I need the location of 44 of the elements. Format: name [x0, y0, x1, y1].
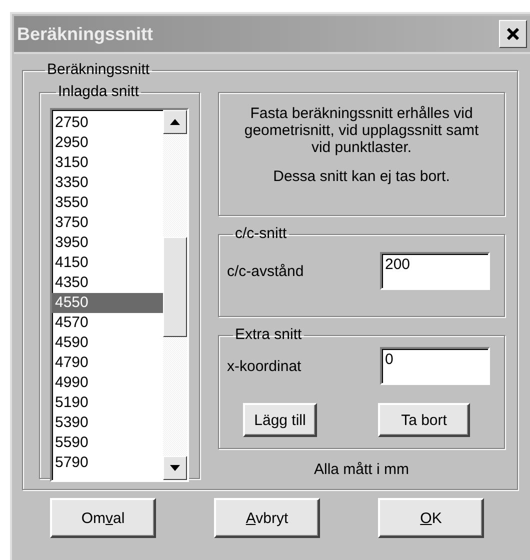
scroll-down-button[interactable]: [163, 456, 187, 480]
list-item[interactable]: 4570: [52, 313, 163, 333]
list-item[interactable]: 4550: [52, 293, 163, 313]
input-field[interactable]: 0: [380, 347, 490, 385]
scrollbar[interactable]: [163, 110, 187, 480]
list-item[interactable]: 4590: [52, 333, 163, 353]
dialog-button[interactable]: Avbryt: [214, 498, 320, 538]
close-icon: [506, 28, 520, 40]
group-label: Extra snitt: [234, 327, 303, 343]
dialog-button[interactable]: OK: [378, 498, 484, 538]
list-item[interactable]: 2750: [52, 113, 163, 133]
info-text: Fasta beräkningssnitt erhålles vid geometrisnitt, vid upplagssnitt samt vid punktlaster.: [243, 105, 480, 156]
down-arrow-icon: [170, 465, 180, 471]
input-field[interactable]: 200: [380, 252, 490, 290]
window-title: Beräkningssnitt: [17, 24, 154, 44]
list-item[interactable]: 5390: [52, 413, 163, 433]
list-item[interactable]: 2950: [52, 133, 163, 153]
group-label: Inlagda snitt: [57, 84, 140, 100]
scroll-up-button[interactable]: [163, 110, 187, 134]
list-item[interactable]: 5790: [52, 453, 163, 473]
list-item[interactable]: 3950: [52, 233, 163, 253]
field-label: c/c-avstånd: [227, 262, 304, 280]
action-button[interactable]: Ta bort: [378, 403, 470, 437]
list-item[interactable]: 3750: [52, 213, 163, 233]
scroll-thumb[interactable]: [163, 237, 187, 337]
list-box[interactable]: 2750 2950 3150 3350 3550 3750 3950 4150 4350 4550 4570 4590 4790 4990 5190 5390 5590 5790: [50, 108, 189, 482]
list-item[interactable]: 5590: [52, 433, 163, 453]
units-note: Alla mått i mm: [312, 461, 410, 478]
list-item[interactable]: 5190: [52, 393, 163, 413]
dialog-button[interactable]: Omval: [50, 498, 156, 538]
up-arrow-icon: [170, 119, 180, 125]
list-item[interactable]: 4350: [52, 273, 163, 293]
list-item[interactable]: 3150: [52, 153, 163, 173]
info-note: Dessa snitt kan ej tas bort.: [272, 168, 451, 185]
list-item[interactable]: 4790: [52, 353, 163, 373]
list-item[interactable]: 4150: [52, 253, 163, 273]
field-label: x-koordinat: [227, 358, 302, 374]
action-button[interactable]: Lägg till: [243, 403, 317, 437]
list-item[interactable]: 3350: [52, 173, 163, 193]
list-item[interactable]: 4990: [52, 373, 163, 393]
group-label: c/c-snitt: [234, 226, 288, 242]
group-label: Beräkningssnitt: [46, 62, 151, 78]
list-item[interactable]: 3550: [52, 193, 163, 213]
close-button[interactable]: [499, 20, 527, 48]
